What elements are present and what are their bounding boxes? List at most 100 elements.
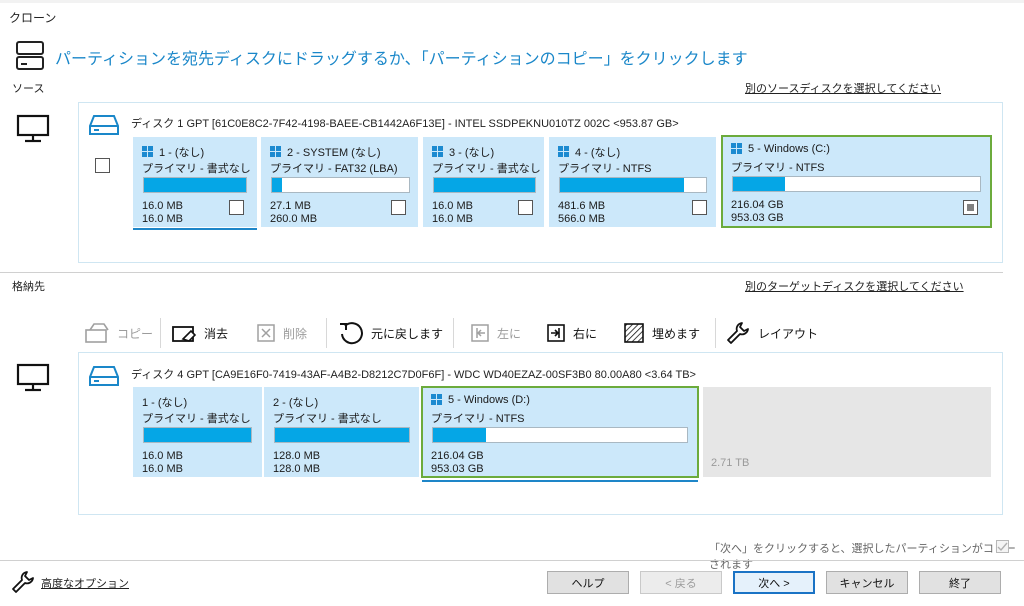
move-right-button[interactable]: 右に [546,316,597,350]
source-partition-2[interactable]: 2 - SYSTEM (なし) プライマリ - FAT32 (LBA) 27.1… [261,137,418,227]
finish-button[interactable]: 終了 [919,571,1001,594]
toolbar-separator [326,318,327,348]
partition-usage-bar [143,177,247,193]
fill-icon [624,323,644,343]
next-button[interactable]: 次へ > [733,571,815,594]
delete-icon [257,324,275,342]
select-source-disk-link[interactable]: 別のソースディスクを選択してください [745,80,941,96]
partition-title: 1 - (なし) [142,144,204,160]
partition-type: プライマリ - NTFS [731,162,825,174]
partition-checkbox[interactable] [963,200,978,215]
copy-hint-text: 「次へ」をクリックすると、選択したパーティションがコピーされます [709,543,1016,571]
copy-partition-button[interactable]: コピー [84,316,153,350]
move-right-icon [547,324,565,342]
windows-icon [731,143,743,155]
section-divider [0,272,1003,273]
target-partition-5[interactable]: 5 - Windows (D:) プライマリ - NTFS 216.04 GB … [421,386,699,478]
partition-used: 128.0 MB [273,450,321,462]
partition-title: 5 - Windows (D:) [431,394,530,406]
unallocated-size: 2.71 TB [711,457,750,469]
eraser-icon [172,326,197,342]
check-icon [997,542,1008,552]
partition-total: 953.03 GB [431,463,484,475]
windows-icon [431,394,443,406]
window-title: クローン [9,11,57,25]
partition-checkbox[interactable] [229,200,244,215]
source-label: ソース [12,83,45,95]
window-top-edge [0,0,1024,3]
partition-total: 16.0 MB [432,213,473,225]
target-partition-1[interactable]: 1 - (なし) プライマリ - 書式なし 16.0 MB 16.0 MB [133,387,262,477]
toolbar-separator [160,318,161,348]
partition-usage-bar [732,176,981,192]
source-partition-4[interactable]: 4 - (なし) プライマリ - NTFS 481.6 MB 566.0 MB [549,137,716,227]
delete-button[interactable]: 削除 [256,316,307,350]
select-target-disk-link[interactable]: 別のターゲットディスクを選択してください [745,278,964,294]
partition-type: プライマリ - 書式なし [142,163,251,175]
partition-used: 16.0 MB [432,200,473,212]
partition-title: 2 - SYSTEM (なし) [270,144,381,160]
windows-icon [558,146,570,158]
target-disk-info: ディスク 4 GPT [CA9E16F0-7419-43AF-A4B2-D821… [131,369,696,381]
partition-used: 16.0 MB [142,200,183,212]
windows-icon [432,146,444,158]
cancel-button[interactable]: キャンセル [826,571,908,594]
partition-usage-bar [143,427,252,443]
partition-used: 216.04 GB [431,450,484,462]
copy-icon [85,323,109,343]
partition-title: 2 - (なし) [273,397,319,409]
partition-title: 4 - (なし) [558,144,620,160]
partition-title: 1 - (なし) [142,397,188,409]
source-disk-icon [89,115,119,135]
partition-used: 16.0 MB [142,450,183,462]
hint-checkbox[interactable] [996,540,1009,553]
source-partition-3[interactable]: 3 - (なし) プライマリ - 書式なし 16.0 MB 16.0 MB [423,137,544,227]
partition-total: 16.0 MB [142,463,183,475]
instruction-text: パーティションを宛先ディスクにドラッグするか、「パーティションのコピー」をクリッ… [55,51,748,68]
toolbar-separator [715,318,716,348]
partition-usage-bar [559,177,707,193]
partition-used: 216.04 GB [731,199,784,211]
partition-total: 566.0 MB [558,213,606,225]
partition-type: プライマリ - NTFS [558,163,652,175]
partition-type: プライマリ - NTFS [431,413,525,425]
windows-icon [142,146,154,158]
undo-button[interactable]: 元に戻します [338,316,443,350]
partition-checkbox[interactable] [518,200,533,215]
fill-button[interactable]: 埋めます [623,316,700,350]
partition-used: 27.1 MB [270,200,311,212]
partition-usage-bar [274,427,410,443]
move-left-button[interactable]: 左に [470,316,521,350]
partition-type: プライマリ - 書式なし [273,413,382,425]
partition-type: プライマリ - 書式なし [432,163,541,175]
advanced-options-link[interactable]: 高度なオプション [41,575,129,591]
partition-title: 5 - Windows (C:) [731,143,830,155]
layout-button[interactable]: レイアウト [725,316,818,350]
partition-usage-bar [271,177,410,193]
source-disk-checkbox[interactable] [95,158,110,173]
help-button[interactable]: ヘルプ [547,571,629,594]
partition-checkbox[interactable] [692,200,707,215]
partition-checkbox[interactable] [391,200,406,215]
wrench-icon [12,571,34,593]
partition-1-indicator [133,228,257,230]
partition-type: プライマリ - 書式なし [142,413,251,425]
erase-button[interactable]: 消去 [171,316,228,350]
footer-divider [0,560,1024,561]
partition-total: 128.0 MB [273,463,321,475]
back-button[interactable]: < 戻る [640,571,722,594]
partition-total: 953.03 GB [731,212,784,224]
clone-disk-icon [16,41,44,70]
windows-icon [270,146,282,158]
toolbar-separator [453,318,454,348]
partition-title: 3 - (なし) [432,144,494,160]
source-partition-5[interactable]: 5 - Windows (C:) プライマリ - NTFS 216.04 GB … [721,135,992,228]
source-disk-info: ディスク 1 GPT [61C0E8C2-7F42-4198-BAEE-CB14… [131,118,679,130]
target-partition-2[interactable]: 2 - (なし) プライマリ - 書式なし 128.0 MB 128.0 MB [264,387,419,477]
source-partition-1[interactable]: 1 - (なし) プライマリ - 書式なし 16.0 MB 16.0 MB [133,137,257,227]
partition-total: 16.0 MB [142,213,183,225]
target-computer-icon [16,363,50,392]
undo-icon [340,322,363,345]
unallocated-space[interactable]: 2.71 TB [703,387,991,477]
partition-usage-bar [432,427,688,443]
